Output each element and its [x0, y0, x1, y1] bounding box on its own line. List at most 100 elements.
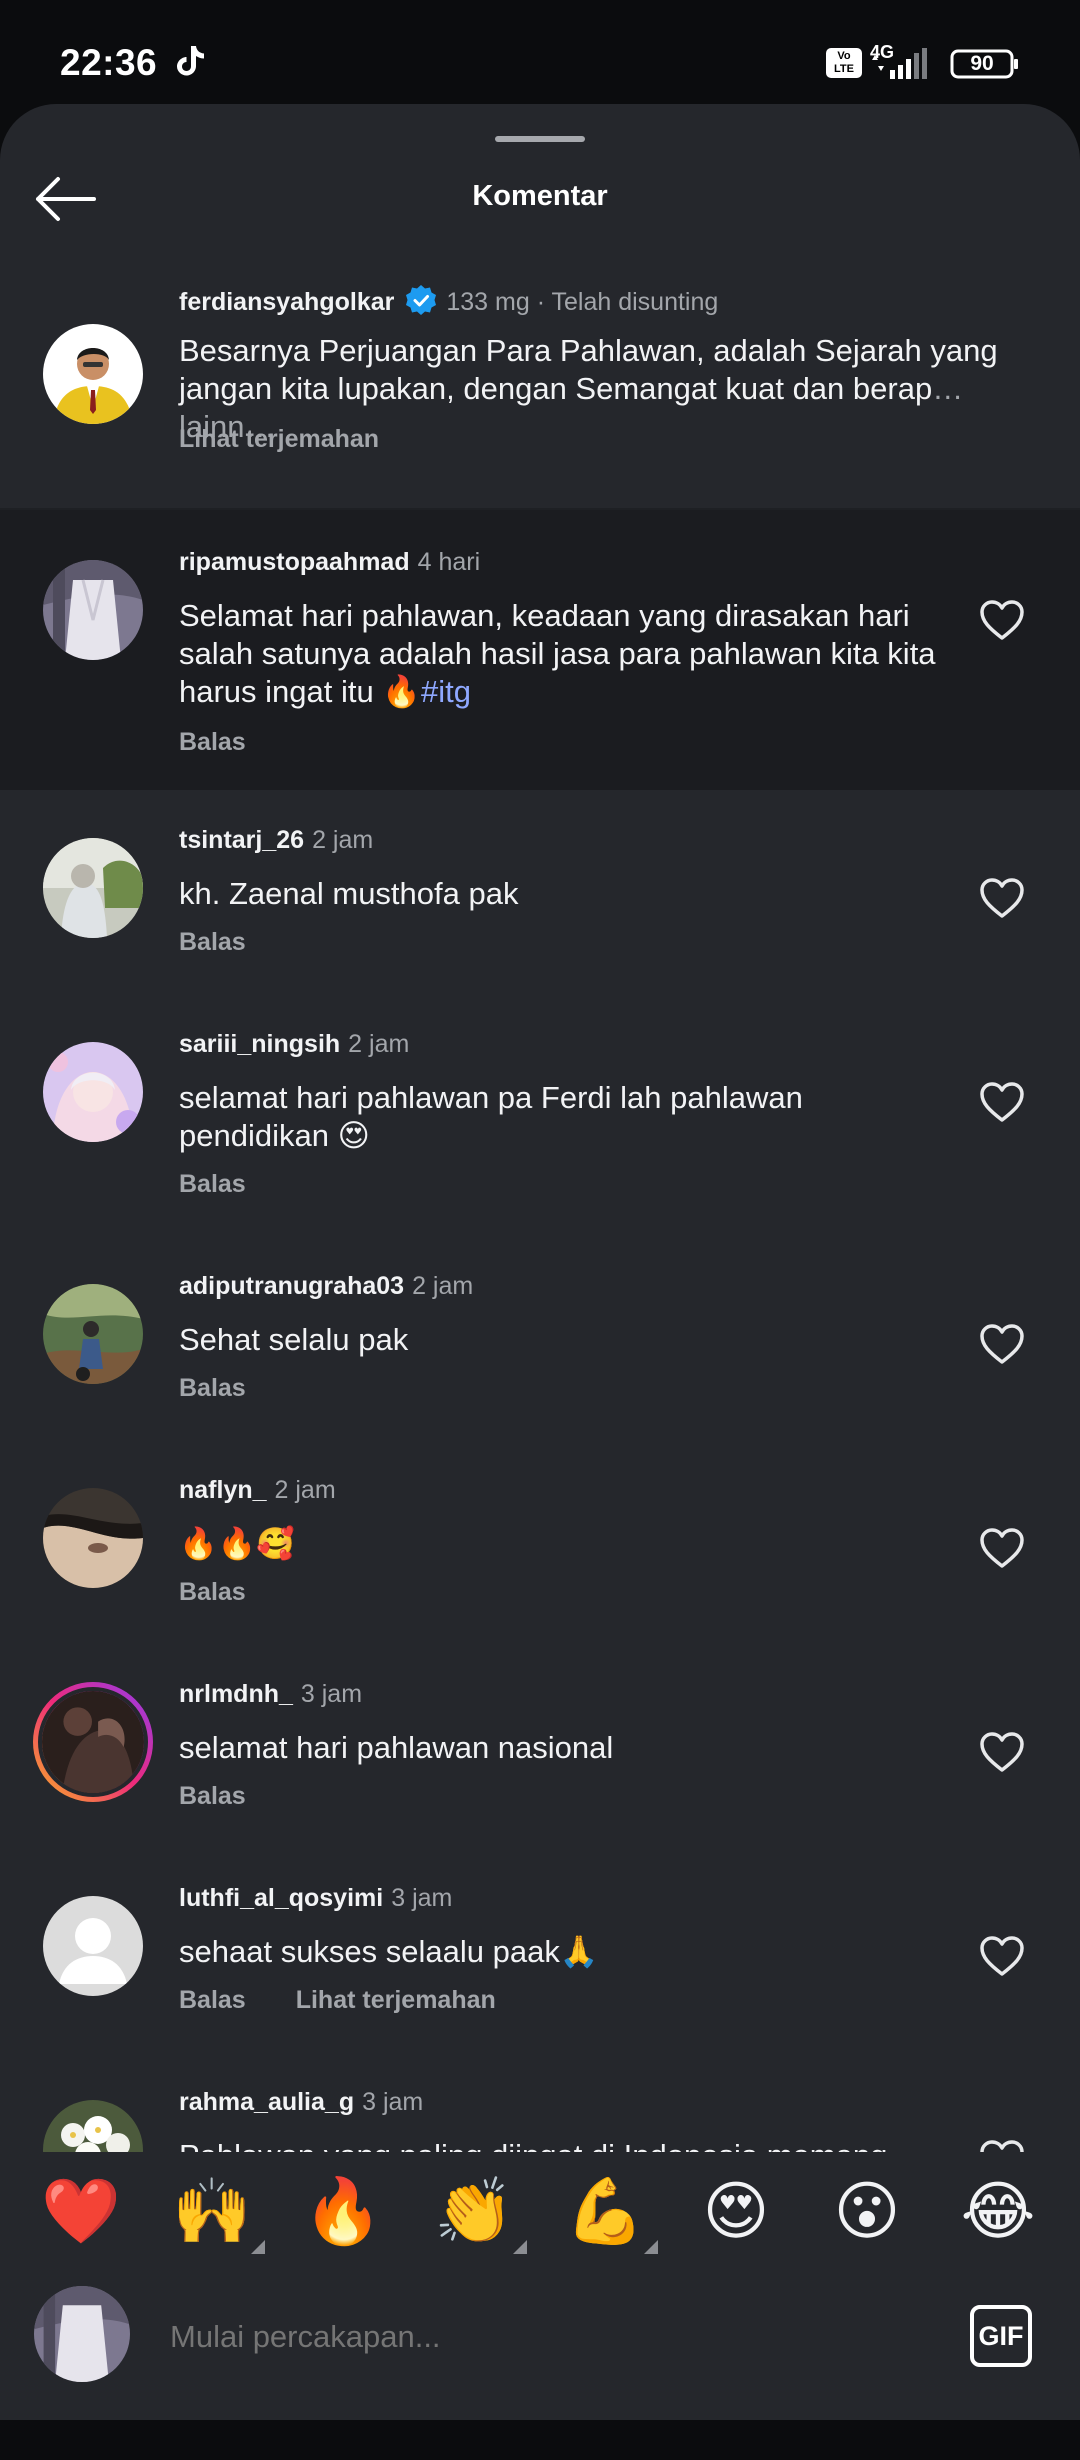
- reply-button[interactable]: Balas: [179, 1782, 246, 1811]
- commenter-avatar-image: [42, 1691, 144, 1793]
- reaction-heart-eyes-button[interactable]: 😍: [691, 2166, 781, 2256]
- comment-meta: tsintarj_26 2 jam: [179, 826, 373, 855]
- my-avatar-image: [34, 2286, 130, 2382]
- like-button[interactable]: [972, 1518, 1032, 1578]
- avatar[interactable]: [43, 838, 143, 938]
- reaction-raising-hands-button[interactable]: 🙌: [167, 2166, 265, 2256]
- like-button[interactable]: [972, 1072, 1032, 1132]
- comment-username[interactable]: adiputranugraha03: [179, 1272, 404, 1300]
- reply-button[interactable]: Balas: [179, 1374, 246, 1403]
- caption-time: 133 mg · Telah disunting: [446, 288, 719, 316]
- comment-username[interactable]: sariii_ningsih: [179, 1030, 340, 1058]
- comment-body: Selamat hari pahlawan, keadaan yang dira…: [179, 598, 936, 709]
- reaction-fire-button[interactable]: 🔥: [298, 2166, 388, 2256]
- comment-meta: naflyn_ 2 jam: [179, 1476, 336, 1505]
- comment-time: 3 jam: [391, 1884, 453, 1912]
- like-button[interactable]: [972, 1314, 1032, 1374]
- heart-icon: [980, 2140, 1024, 2152]
- reply-button[interactable]: Balas: [179, 1578, 246, 1607]
- like-button[interactable]: [972, 2130, 1032, 2152]
- reply-button[interactable]: Balas: [179, 728, 246, 757]
- reaction-flexed-biceps-button[interactable]: 💪: [560, 2166, 658, 2256]
- avatar: [38, 1687, 148, 1797]
- reply-button[interactable]: Balas: [179, 1170, 246, 1199]
- comment-text: 🔥🔥🥰: [179, 1526, 295, 1561]
- comment-text: Sehat selalu pak: [179, 1322, 409, 1357]
- quick-reactions-bar: ❤️ 🙌 🔥 👏 💪 😍 😮 😂: [0, 2152, 1080, 2272]
- comment-time: 2 jam: [348, 1030, 410, 1058]
- comment-item: naflyn_ 2 jam 🔥🔥🥰 Balas: [0, 1440, 1080, 1644]
- avatar-story-ring[interactable]: [33, 1682, 153, 1802]
- hashtag-link[interactable]: #itg: [421, 674, 471, 709]
- comment-username[interactable]: nrlmdnh_: [179, 1680, 293, 1708]
- avatar[interactable]: [43, 2100, 143, 2152]
- avatar[interactable]: [43, 1488, 143, 1588]
- comment-actions: Balas Lihat terjemahan: [179, 1986, 496, 2015]
- heart-icon: [980, 600, 1024, 640]
- my-avatar: [34, 2286, 130, 2382]
- avatar[interactable]: [43, 1042, 143, 1142]
- comment-item: nrlmdnh_ 3 jam selamat hari pahlawan nasi…: [0, 1644, 1080, 1848]
- commenter-avatar-image: [43, 560, 143, 660]
- reply-button[interactable]: Balas: [179, 928, 246, 957]
- caption-username[interactable]: ferdiansyahgolkar: [179, 288, 394, 316]
- tiktok-notification-icon: [177, 46, 204, 76]
- comment-username[interactable]: ripamustopaahmad: [179, 548, 410, 576]
- heart-icon: [980, 1732, 1024, 1772]
- like-button[interactable]: [972, 1722, 1032, 1782]
- commenter-avatar-image: [43, 1042, 143, 1142]
- comment-username[interactable]: rahma_aulia_g: [179, 2088, 354, 2116]
- comment-username[interactable]: luthfi_al_qosyimi: [179, 1884, 383, 1912]
- comment-meta: nrlmdnh_ 3 jam: [179, 1680, 362, 1709]
- avatar[interactable]: [43, 560, 143, 660]
- like-button[interactable]: [972, 590, 1032, 650]
- comment-text: selamat hari pahlawan pa Ferdi lah pahla…: [179, 1080, 803, 1153]
- default-avatar-icon: [43, 1896, 143, 1996]
- comment-composer: GIF: [0, 2272, 1080, 2416]
- comment-item: sariii_ningsih 2 jam selamat hari pahlawa…: [0, 994, 1080, 1236]
- heart-icon: [980, 1528, 1024, 1568]
- verified-badge-icon: [406, 285, 437, 315]
- avatar[interactable]: [43, 1896, 143, 1996]
- comment-input[interactable]: [170, 2312, 930, 2362]
- caption-body: Besarnya Perjuangan Para Pahlawan, adala…: [179, 333, 998, 406]
- like-button[interactable]: [972, 1926, 1032, 1986]
- reply-button[interactable]: Balas: [179, 1986, 246, 2014]
- comment-username[interactable]: tsintarj_26: [179, 826, 304, 854]
- comment-username[interactable]: naflyn_: [179, 1476, 267, 1504]
- heart-icon: [980, 1936, 1024, 1976]
- heart-icon: [980, 1324, 1024, 1364]
- drag-handle[interactable]: [495, 136, 585, 142]
- reaction-surprised-button[interactable]: 😮: [822, 2166, 912, 2256]
- reaction-tears-of-joy-button[interactable]: 😂: [953, 2166, 1043, 2256]
- reaction-raising-hands-emoji: 🙌: [172, 2175, 252, 2247]
- comment-text: kh. Zaenal musthofa pak: [179, 876, 519, 911]
- comment-item: tsintarj_26 2 jam kh. Zaenal musthofa pak…: [0, 790, 1080, 994]
- skin-tone-variant-indicator: [513, 2240, 527, 2254]
- like-button[interactable]: [972, 868, 1032, 928]
- comment-item: adiputranugraha03 2 jam Sehat selalu pak …: [0, 1236, 1080, 1440]
- comment-time: 2 jam: [274, 1476, 336, 1504]
- comment-meta: luthfi_al_qosyimi 3 jam: [179, 1884, 452, 1913]
- comment-meta: sariii_ningsih 2 jam: [179, 1030, 409, 1059]
- comment-text: selamat hari pahlawan nasional: [179, 1730, 614, 1765]
- reaction-flexed-biceps-emoji: 💪: [565, 2175, 645, 2247]
- status-time: 22:36: [60, 42, 158, 83]
- commenter-avatar-image: [43, 2100, 143, 2152]
- caption-translate-link[interactable]: Lihat terjemahan: [179, 425, 379, 454]
- avatar[interactable]: [43, 324, 143, 424]
- comment-item: ripamustopaahmad 4 hari Selamat hari pahl…: [0, 510, 1080, 790]
- commenter-avatar-image: [43, 1488, 143, 1588]
- reaction-clapping-button[interactable]: 👏: [429, 2166, 527, 2256]
- translate-link[interactable]: Lihat terjemahan: [296, 1986, 496, 2014]
- reaction-clapping-emoji: 👏: [434, 2175, 514, 2247]
- comment-meta: ripamustopaahmad 4 hari: [179, 548, 480, 577]
- comment-item: rahma_aulia_g 3 jam Pahlawan yang paling …: [0, 2052, 1080, 2152]
- comment-time: 3 jam: [362, 2088, 424, 2116]
- author-avatar-image: [43, 324, 143, 424]
- avatar[interactable]: [43, 1284, 143, 1384]
- heart-icon: [980, 1082, 1024, 1122]
- comment-text: sehaat sukses selaalu paak🙏: [179, 1934, 599, 1969]
- gif-button[interactable]: GIF: [970, 2305, 1032, 2367]
- reaction-heart-button[interactable]: ❤️: [36, 2166, 126, 2256]
